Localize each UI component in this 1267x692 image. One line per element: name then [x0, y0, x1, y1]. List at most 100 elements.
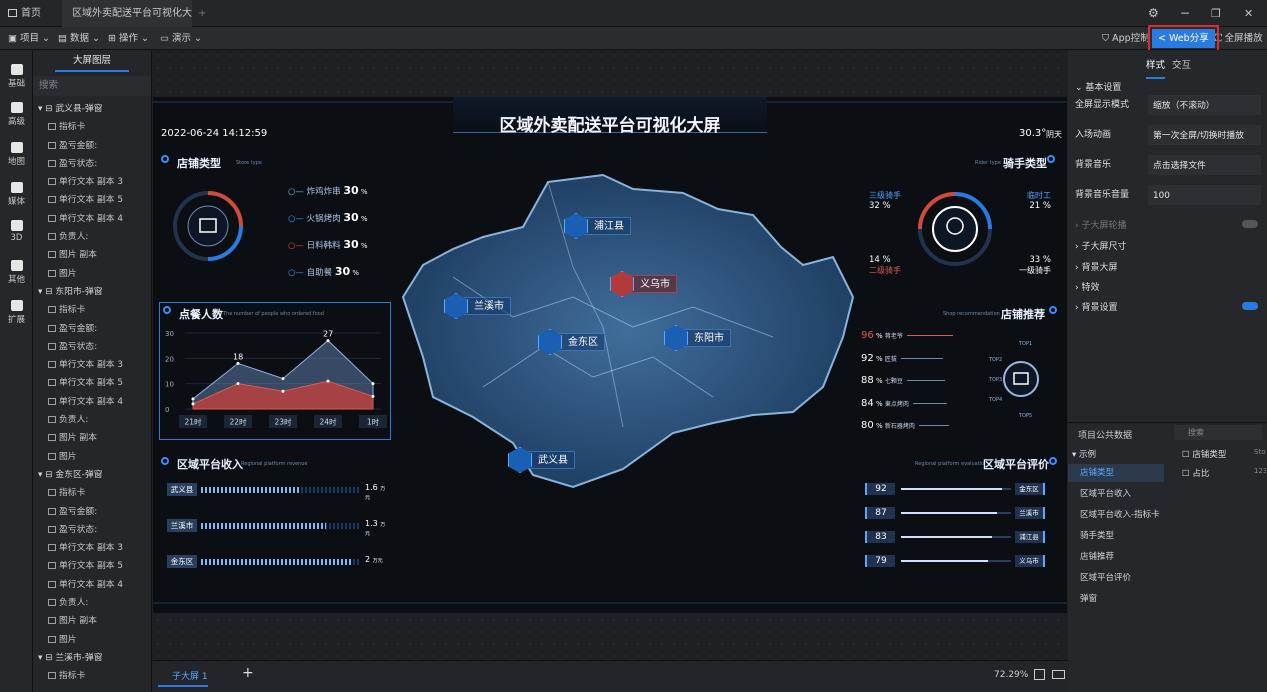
- layer-item[interactable]: 指标卡: [33, 667, 151, 685]
- nav-map[interactable]: 地图: [0, 134, 33, 172]
- tab-interaction[interactable]: 交互: [1172, 55, 1191, 77]
- layer-item[interactable]: 盈亏状态:: [33, 338, 151, 356]
- layer-item[interactable]: 单行文本 副本 5: [33, 374, 151, 392]
- layer-item[interactable]: 单行文本 副本 3: [33, 173, 151, 191]
- tree-item[interactable]: 骑手类型: [1068, 527, 1164, 545]
- sub-screen-tab[interactable]: 子大屏 1: [158, 667, 208, 687]
- layer-item[interactable]: 负责人:: [33, 228, 151, 246]
- city-pujiang[interactable]: 浦江县: [564, 213, 631, 239]
- carousel-toggle[interactable]: [1242, 220, 1258, 228]
- nav-other[interactable]: 其他: [0, 252, 33, 290]
- layer-item[interactable]: 图片: [33, 265, 151, 283]
- layer-group[interactable]: ▾ ⊟ 东阳市-弹窗: [33, 283, 151, 301]
- layer-item[interactable]: 图片 副本: [33, 246, 151, 264]
- layer-item[interactable]: 单行文本 副本 5: [33, 557, 151, 575]
- recommend-title: 店铺推荐: [1001, 308, 1045, 321]
- layer-item[interactable]: 图片 副本: [33, 429, 151, 447]
- maximize-button[interactable]: ❐: [1211, 0, 1221, 27]
- layer-item[interactable]: 图片: [33, 631, 151, 649]
- panel-dot-icon: [161, 155, 169, 163]
- bg-volume-input[interactable]: 100: [1148, 185, 1261, 205]
- layer-item[interactable]: 盈亏状态:: [33, 521, 151, 539]
- section-carousel[interactable]: › 子大屏轮播: [1075, 218, 1126, 231]
- tree-item[interactable]: 店铺类型: [1068, 464, 1164, 482]
- layer-item[interactable]: 图片 副本: [33, 612, 151, 630]
- section-size[interactable]: › 子大屏尺寸: [1075, 239, 1126, 252]
- nav-extend[interactable]: 扩展: [0, 292, 33, 330]
- layers-title[interactable]: 大屏图层: [55, 50, 129, 72]
- checkbox-icon[interactable]: ☐: [1182, 469, 1192, 479]
- layer-item[interactable]: 盈亏金额:: [33, 320, 151, 338]
- menu-project[interactable]: ▣ 项目 ⌄: [8, 27, 50, 50]
- tree-item[interactable]: 弹窗: [1068, 590, 1164, 608]
- basic-settings-section[interactable]: ⌄ 基本设置: [1075, 80, 1121, 93]
- tree-item[interactable]: 区域平台收入: [1068, 485, 1164, 503]
- section-bg-screen[interactable]: › 背景大屏: [1075, 260, 1117, 273]
- fullscreen-button[interactable]: ⛶ 全屏播放: [1215, 27, 1263, 50]
- layer-item[interactable]: 负责人:: [33, 594, 151, 612]
- layer-search-input[interactable]: 搜索: [33, 76, 151, 96]
- layer-group[interactable]: ▾ ⊟ 武义县-弹窗: [33, 100, 151, 118]
- city-jindong[interactable]: 金东区: [538, 329, 605, 355]
- city-wuyi[interactable]: 武义县: [508, 447, 575, 473]
- add-sub-screen-button[interactable]: +: [242, 665, 254, 681]
- layer-item[interactable]: 单行文本 副本 5: [33, 191, 151, 209]
- grid-icon[interactable]: [1034, 669, 1045, 680]
- city-lanxi[interactable]: 兰溪市: [444, 293, 511, 319]
- bg-settings-toggle[interactable]: [1242, 302, 1258, 310]
- tree-item[interactable]: 区域平台收入-指标卡: [1068, 506, 1164, 524]
- tab-project[interactable]: 区域外卖配送平台可视化大屏✕: [62, 0, 192, 46]
- web-share-button[interactable]: < Web分享: [1148, 25, 1219, 52]
- app-control-button[interactable]: ⛉ App控制: [1102, 27, 1150, 50]
- new-tab-button[interactable]: +: [198, 0, 206, 27]
- close-button[interactable]: ✕: [1244, 0, 1253, 27]
- data-point: [326, 379, 330, 383]
- keyboard-icon[interactable]: [1052, 670, 1065, 679]
- city-dongyang[interactable]: 东阳市: [664, 325, 731, 351]
- data-field[interactable]: ☐ 店铺类型 Sto: [1182, 448, 1266, 460]
- nav-advanced[interactable]: 高级: [0, 94, 33, 132]
- minimize-button[interactable]: −: [1180, 0, 1190, 27]
- menu-data[interactable]: ▤ 数据 ⌄: [58, 27, 100, 50]
- menu-operate[interactable]: ⊞ 操作 ⌄: [108, 27, 149, 50]
- section-bg-settings[interactable]: › 背景设置: [1075, 300, 1117, 313]
- rider-type-value: 32 %: [869, 201, 891, 211]
- settings-icon[interactable]: ⚙: [1148, 0, 1159, 27]
- layer-item[interactable]: 指标卡: [33, 484, 151, 502]
- checkbox-icon[interactable]: ☐: [1182, 450, 1192, 460]
- recommend-subtitle: Shop recommendation: [943, 311, 1000, 317]
- layer-item[interactable]: 负责人:: [33, 411, 151, 429]
- menu-demo[interactable]: ▭ 演示 ⌄: [160, 27, 202, 50]
- layer-item[interactable]: 盈亏金额:: [33, 137, 151, 155]
- layer-item[interactable]: 盈亏金额:: [33, 503, 151, 521]
- city-yiwu[interactable]: 义乌市: [610, 271, 677, 297]
- tab-home[interactable]: 首页: [8, 0, 56, 27]
- bg-music-picker[interactable]: 点击选择文件: [1148, 155, 1261, 175]
- tree-item[interactable]: 区域平台评价: [1068, 569, 1164, 587]
- layer-item[interactable]: 单行文本 副本 3: [33, 356, 151, 374]
- data-field[interactable]: ☐ 占比 123: [1182, 467, 1266, 479]
- nav-media[interactable]: 媒体: [0, 174, 33, 212]
- tree-root[interactable]: ▾ 示例: [1072, 448, 1096, 460]
- layer-group[interactable]: ▾ ⊟ 金东区-弹窗: [33, 466, 151, 484]
- nav-basic[interactable]: 基础: [0, 56, 33, 94]
- layer-item[interactable]: 指标卡: [33, 301, 151, 319]
- layer-item[interactable]: 单行文本 副本 4: [33, 576, 151, 594]
- layer-item[interactable]: 单行文本 副本 4: [33, 210, 151, 228]
- section-effects[interactable]: › 特效: [1075, 280, 1099, 293]
- entry-animation-select[interactable]: 第一次全屏/切换时播放: [1148, 125, 1261, 145]
- layer-item[interactable]: 单行文本 副本 3: [33, 539, 151, 557]
- layer-group[interactable]: ▾ ⊟ 兰溪市-弹窗: [33, 649, 151, 667]
- tree-item[interactable]: 店铺推荐: [1068, 548, 1164, 566]
- panel-dot-icon: [161, 457, 169, 465]
- tab-style[interactable]: 样式: [1146, 55, 1166, 79]
- fullscreen-mode-select[interactable]: 缩放（不滚动）: [1148, 95, 1261, 115]
- layer-item[interactable]: 图片: [33, 448, 151, 466]
- evaluation-title: 区域平台评价: [983, 458, 1049, 471]
- project-data-search[interactable]: 搜索: [1174, 425, 1262, 440]
- layer-item[interactable]: 指标卡: [33, 118, 151, 136]
- screen-datetime: 2022-06-24 14:12:59: [161, 128, 268, 139]
- layer-item[interactable]: 单行文本 副本 4: [33, 393, 151, 411]
- layer-item[interactable]: 盈亏状态:: [33, 155, 151, 173]
- nav-3d[interactable]: 3D: [0, 212, 33, 250]
